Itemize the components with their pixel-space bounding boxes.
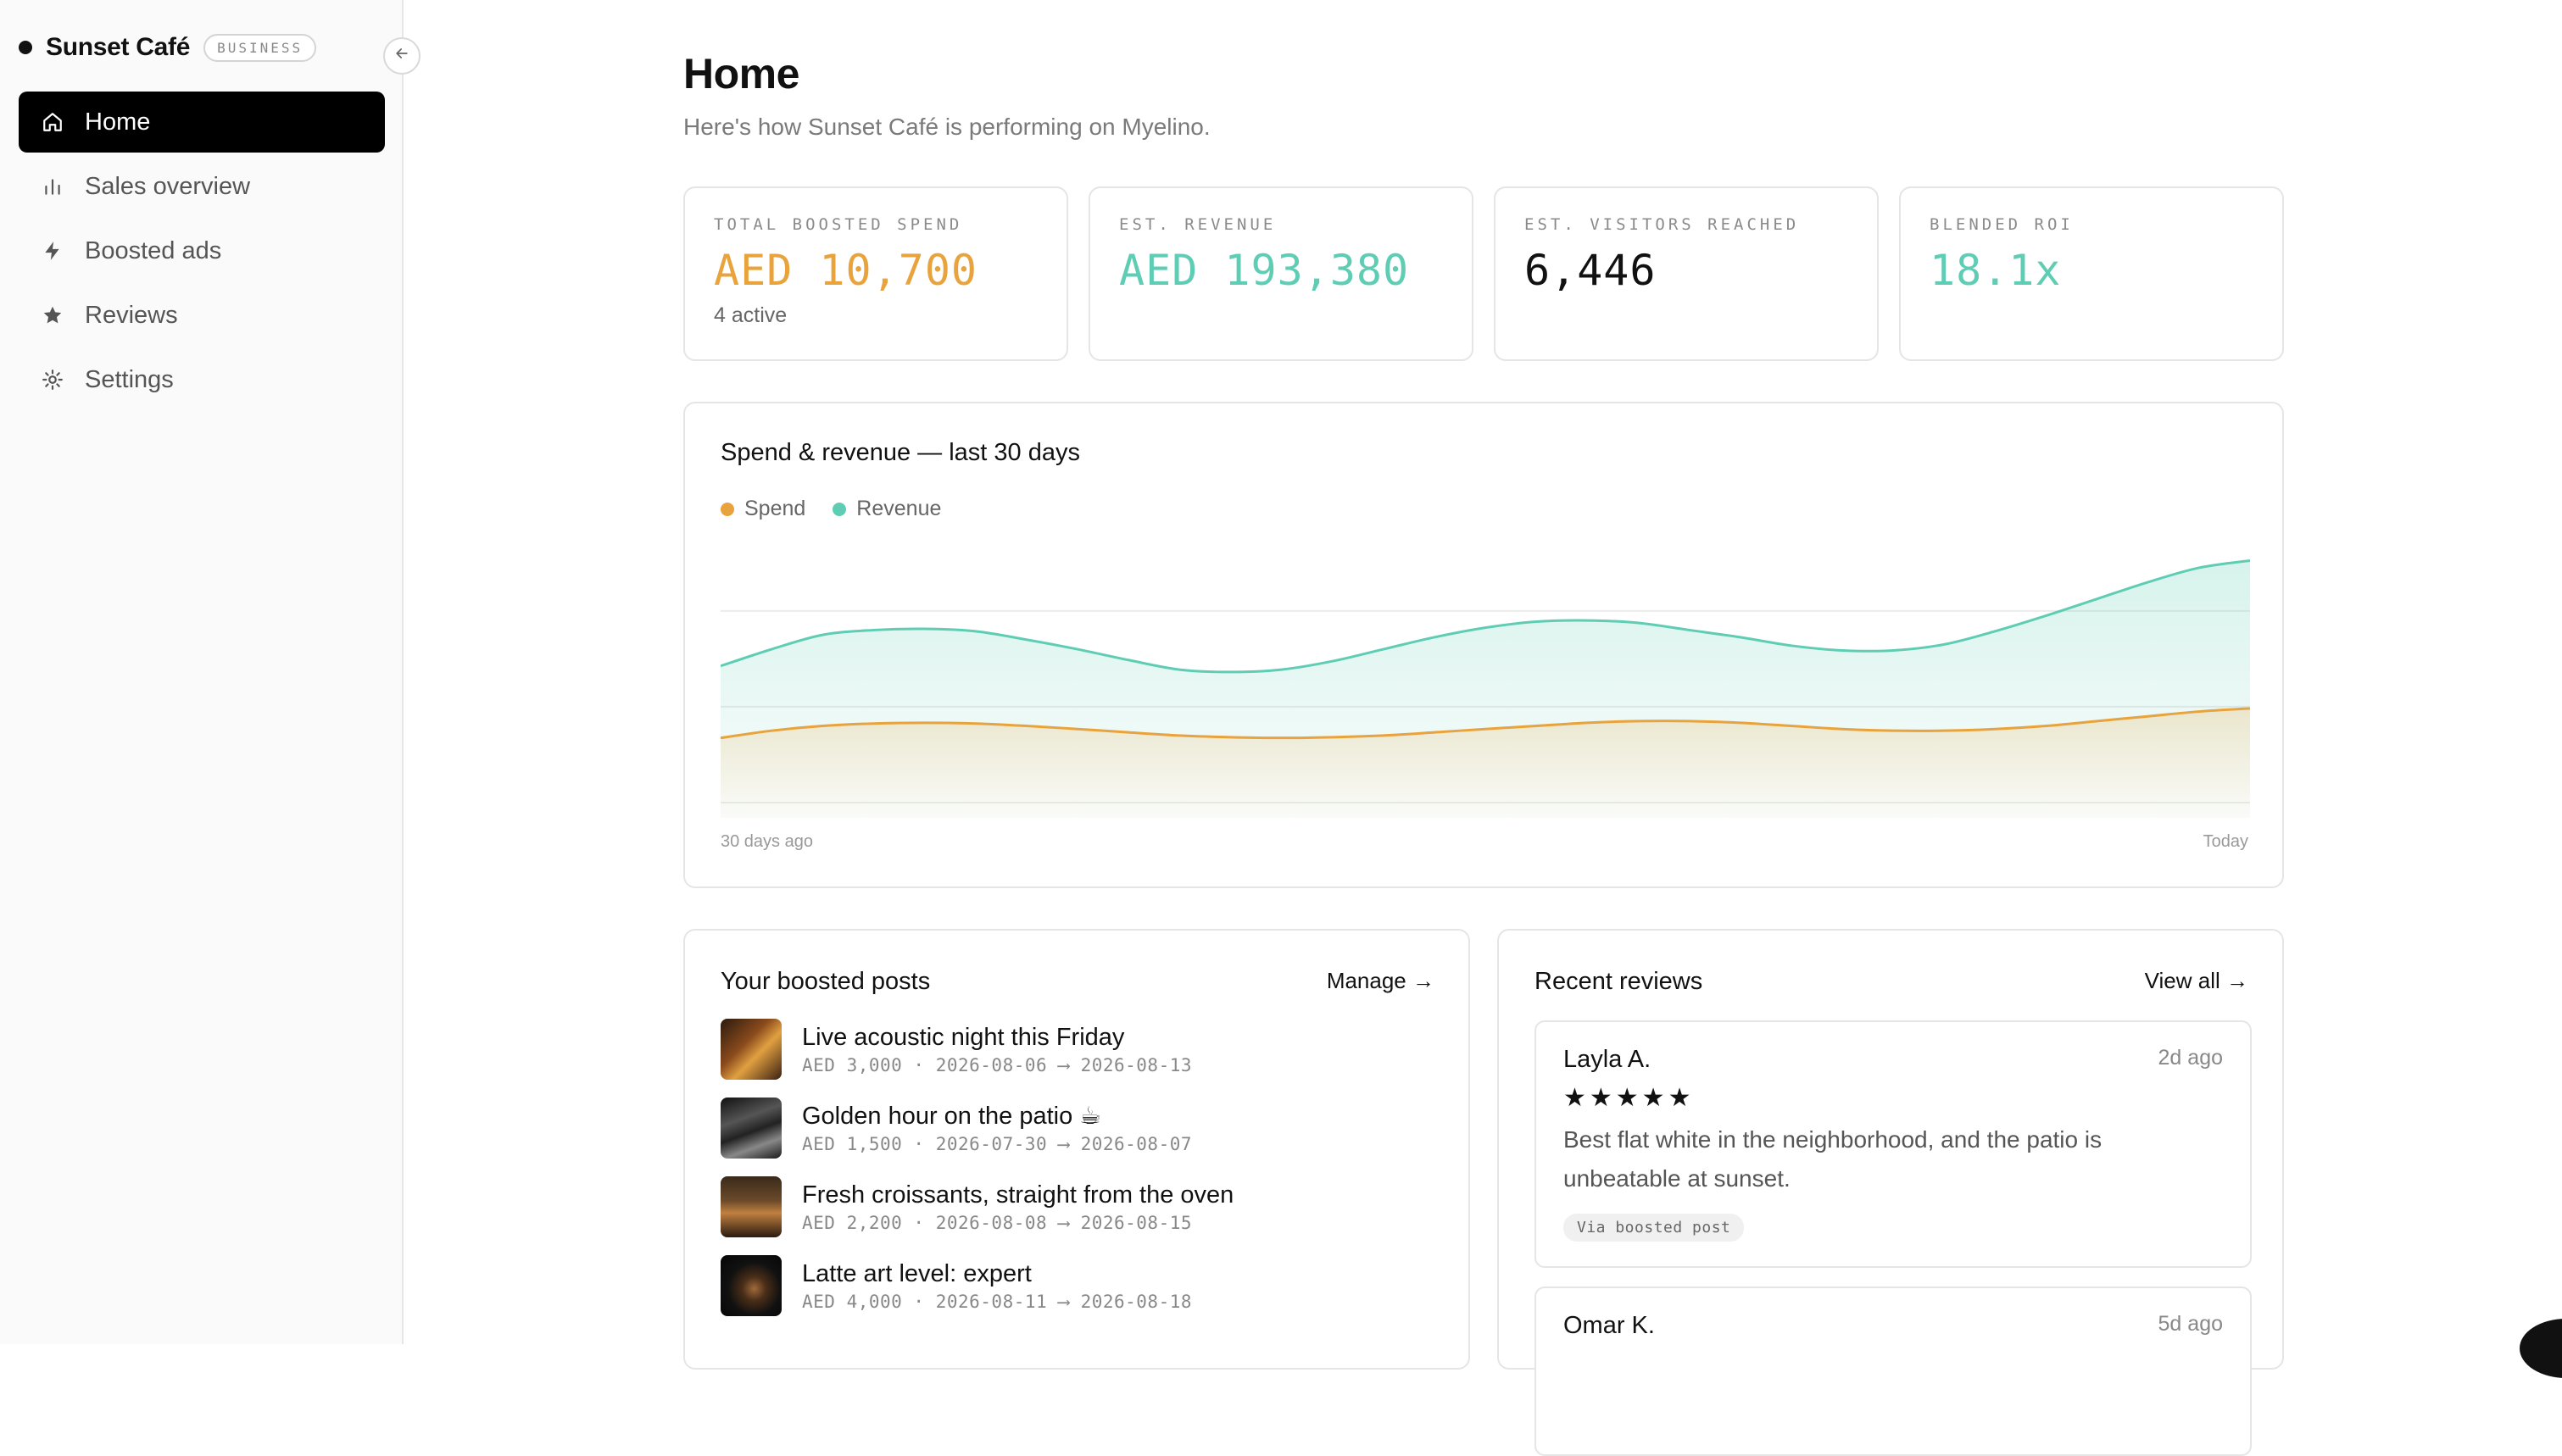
legend-dot-spend — [721, 502, 734, 516]
brand-name: Sunset Café — [46, 33, 191, 61]
brand: Sunset Café BUSINESS — [19, 31, 317, 64]
list-item[interactable]: Live acoustic night this Friday AED 3,00… — [721, 1019, 1441, 1080]
page-subtitle: Here's how Sunset Café is performing on … — [683, 114, 1211, 140]
sidebar-item-boosted-ads[interactable]: Boosted ads — [19, 220, 385, 281]
lightning-icon — [41, 239, 64, 263]
stat-label: TOTAL BOOSTED SPEND — [714, 215, 963, 234]
manage-link[interactable]: Manage → — [1327, 968, 1434, 994]
post-meta: AED 4,000 · 2026-08-11 ⟶ 2026-08-18 — [802, 1292, 1193, 1312]
post-title: Golden hour on the patio ☕ — [802, 1103, 1102, 1130]
post-thumbnail — [721, 1255, 782, 1316]
sidebar-item-label: Reviews — [85, 301, 178, 329]
gear-icon — [41, 368, 64, 392]
stat-card-est-revenue: EST. REVENUE AED 193,380 — [1089, 186, 1473, 361]
business-badge: BUSINESS — [203, 33, 317, 62]
review-text: Best flat white in the neighborhood, and… — [1563, 1126, 2103, 1192]
card-title: Recent reviews — [1534, 968, 1703, 995]
chart-title: Spend & revenue — last 30 days — [721, 439, 1080, 466]
review-source-tag: Via boosted post — [1563, 1214, 1745, 1242]
post-thumbnail — [721, 1019, 782, 1080]
sidebar-item-label: Sales overview — [85, 172, 251, 200]
sidebar-item-reviews[interactable]: Reviews — [19, 285, 385, 346]
floating-widget-edge[interactable] — [2520, 1319, 2562, 1378]
stat-card-visitors-reached: EST. VISITORS REACHED 6,446 — [1494, 186, 1879, 361]
legend-dot-revenue — [833, 502, 847, 516]
post-thumbnail — [721, 1098, 782, 1159]
sidebar-item-sales-overview[interactable]: Sales overview — [19, 156, 385, 217]
legend-item-revenue: Revenue — [833, 497, 941, 521]
star-icon — [41, 303, 64, 327]
bar-chart-icon — [41, 175, 64, 198]
stat-value: AED 10,700 — [714, 246, 978, 295]
card-title: Your boosted posts — [721, 968, 931, 995]
page-title: Home — [683, 50, 799, 97]
sidebar-item-home[interactable]: Home — [19, 92, 385, 153]
post-title: Latte art level: expert — [802, 1260, 1032, 1287]
post-title: Fresh croissants, straight from the oven — [802, 1181, 1234, 1209]
stat-value: AED 193,380 — [1119, 246, 1410, 295]
x-axis-start-label: 30 days ago — [721, 832, 813, 851]
post-title: Live acoustic night this Friday — [802, 1024, 1125, 1051]
brand-dot — [19, 41, 32, 54]
stat-card-blended-roi: BLENDED ROI 18.1x — [1899, 186, 2284, 361]
stat-value: 6,446 — [1524, 246, 1657, 295]
list-item[interactable]: Fresh croissants, straight from the oven… — [721, 1176, 1441, 1237]
sidebar-item-label: Home — [85, 108, 151, 136]
home-icon — [41, 110, 64, 134]
sidebar-item-settings[interactable]: Settings — [19, 349, 385, 410]
post-meta: AED 1,500 · 2026-07-30 ⟶ 2026-08-07 — [802, 1134, 1193, 1154]
x-axis-end-label: Today — [2203, 832, 2248, 851]
spend-revenue-chart-card: Spend & revenue — last 30 days Spend Rev… — [683, 402, 2284, 888]
arrow-left-icon — [393, 45, 410, 67]
review-item[interactable]: Omar K. 5d ago — [1534, 1287, 2252, 1456]
spend-revenue-chart — [721, 559, 2250, 818]
recent-reviews-card: Recent reviews View all → Layla A. 2d ag… — [1497, 929, 2284, 1456]
review-time: 5d ago — [2158, 1312, 2223, 1336]
post-meta: AED 2,200 · 2026-08-08 ⟶ 2026-08-15 — [802, 1213, 1193, 1233]
review-author: Layla A. — [1563, 1046, 1651, 1073]
review-author: Omar K. — [1563, 1312, 1655, 1339]
chart-legend: Spend Revenue — [721, 497, 968, 521]
legend-label: Spend — [744, 497, 806, 520]
legend-label: Revenue — [856, 497, 942, 520]
sidebar-nav: Home Sales overview Boosted ads Reviews … — [19, 92, 385, 414]
sidebar-item-label: Settings — [85, 365, 174, 393]
post-thumbnail — [721, 1176, 782, 1237]
stat-value: 18.1x — [1930, 246, 2062, 295]
view-all-link[interactable]: View all → — [2145, 968, 2248, 994]
stat-sub: 4 active — [714, 303, 788, 327]
sidebar-item-label: Boosted ads — [85, 236, 222, 264]
stat-label: BLENDED ROI — [1930, 215, 2074, 234]
stat-label: EST. REVENUE — [1119, 215, 1277, 234]
list-item[interactable]: Latte art level: expert AED 4,000 · 2026… — [721, 1255, 1441, 1316]
star-rating: ★★★★★ — [1563, 1084, 1695, 1112]
boosted-posts-list: Live acoustic night this Friday AED 3,00… — [721, 1019, 1441, 1334]
boosted-posts-card: Your boosted posts Manage → Live acousti… — [683, 929, 1470, 1370]
legend-item-spend: Spend — [721, 497, 805, 521]
collapse-sidebar-button[interactable] — [383, 37, 421, 75]
sidebar: Sunset Café BUSINESS Home Sales overview… — [0, 0, 404, 1344]
stat-label: EST. VISITORS REACHED — [1524, 215, 1800, 234]
post-meta: AED 3,000 · 2026-08-06 ⟶ 2026-08-13 — [802, 1055, 1193, 1075]
stat-card-boosted-spend: TOTAL BOOSTED SPEND AED 10,700 4 active — [683, 186, 1068, 361]
review-item[interactable]: Layla A. 2d ago ★★★★★ Best flat white in… — [1534, 1020, 2252, 1268]
review-time: 2d ago — [2158, 1046, 2223, 1070]
list-item[interactable]: Golden hour on the patio ☕ AED 1,500 · 2… — [721, 1098, 1441, 1159]
